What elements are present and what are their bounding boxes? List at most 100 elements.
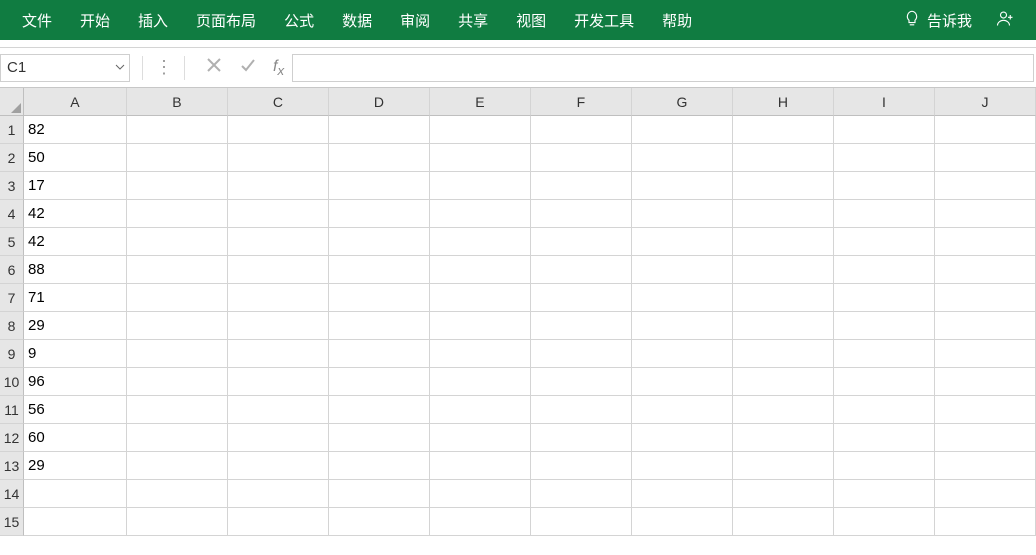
column-header[interactable]: D [329,88,430,116]
cell[interactable] [632,508,733,536]
cell[interactable] [935,452,1036,480]
cell[interactable] [733,312,834,340]
formula-input[interactable] [292,54,1034,82]
cell[interactable] [127,200,228,228]
cell[interactable] [935,256,1036,284]
cell[interactable] [733,256,834,284]
cell[interactable] [632,144,733,172]
cell[interactable] [430,424,531,452]
cell[interactable] [632,200,733,228]
row-header[interactable]: 6 [0,256,24,284]
cancel-button[interactable] [197,48,231,87]
column-header[interactable]: I [834,88,935,116]
cell[interactable] [733,144,834,172]
cell[interactable] [834,144,935,172]
cell[interactable] [430,256,531,284]
cell[interactable] [430,396,531,424]
cell[interactable] [127,508,228,536]
cell[interactable]: 29 [24,312,127,340]
cell[interactable] [228,284,329,312]
cell[interactable] [329,340,430,368]
cell[interactable] [329,424,430,452]
name-box-dropdown[interactable] [111,59,129,77]
column-header[interactable]: H [733,88,834,116]
cell[interactable] [935,508,1036,536]
cell[interactable] [127,480,228,508]
tab-developer[interactable]: 开发工具 [560,0,648,40]
cell[interactable]: 60 [24,424,127,452]
cell[interactable] [531,228,632,256]
cell[interactable] [935,480,1036,508]
cell[interactable] [935,284,1036,312]
name-box[interactable]: C1 [0,54,130,82]
cell[interactable] [935,200,1036,228]
cell[interactable] [329,480,430,508]
cell[interactable] [632,256,733,284]
cell[interactable] [531,256,632,284]
cell[interactable] [531,508,632,536]
cell[interactable] [329,116,430,144]
cell[interactable] [430,368,531,396]
cell[interactable] [935,340,1036,368]
row-header[interactable]: 4 [0,200,24,228]
cell[interactable] [632,452,733,480]
cell[interactable] [228,172,329,200]
cell[interactable] [228,228,329,256]
cell[interactable] [430,228,531,256]
cell[interactable] [127,340,228,368]
cell[interactable] [531,312,632,340]
cell[interactable] [531,396,632,424]
cell[interactable] [935,144,1036,172]
cell[interactable] [430,452,531,480]
cell[interactable]: 88 [24,256,127,284]
cell[interactable] [632,228,733,256]
cell[interactable]: 9 [24,340,127,368]
cell[interactable] [127,284,228,312]
row-header[interactable]: 3 [0,172,24,200]
cell[interactable]: 96 [24,368,127,396]
cell[interactable] [228,508,329,536]
tab-review[interactable]: 审阅 [386,0,444,40]
cell[interactable] [733,340,834,368]
cell[interactable] [228,480,329,508]
cell[interactable] [228,256,329,284]
cell[interactable] [329,284,430,312]
cell[interactable] [935,312,1036,340]
cell[interactable] [531,116,632,144]
cell[interactable] [632,424,733,452]
row-header[interactable]: 15 [0,508,24,536]
cell[interactable] [329,256,430,284]
column-header[interactable]: B [127,88,228,116]
cell[interactable] [430,284,531,312]
cell[interactable] [228,312,329,340]
cell[interactable] [127,396,228,424]
row-header[interactable]: 1 [0,116,24,144]
expand-handle[interactable]: ⋮ [155,57,172,78]
cell[interactable] [733,452,834,480]
enter-button[interactable] [231,48,265,87]
cell[interactable] [127,424,228,452]
row-header[interactable]: 2 [0,144,24,172]
cell[interactable] [834,256,935,284]
cell[interactable] [531,452,632,480]
cell[interactable] [834,480,935,508]
cell[interactable] [733,172,834,200]
row-header[interactable]: 12 [0,424,24,452]
cell[interactable]: 82 [24,116,127,144]
row-header[interactable]: 14 [0,480,24,508]
cell[interactable] [531,144,632,172]
cell[interactable] [228,340,329,368]
cell[interactable] [834,228,935,256]
cell[interactable] [531,200,632,228]
cell[interactable] [430,116,531,144]
cell[interactable] [733,116,834,144]
cell[interactable]: 17 [24,172,127,200]
cell[interactable] [329,452,430,480]
cell[interactable] [228,424,329,452]
cell[interactable] [24,508,127,536]
cell[interactable] [834,284,935,312]
cell[interactable] [329,172,430,200]
cell[interactable] [935,368,1036,396]
cell[interactable] [733,368,834,396]
cell[interactable]: 29 [24,452,127,480]
